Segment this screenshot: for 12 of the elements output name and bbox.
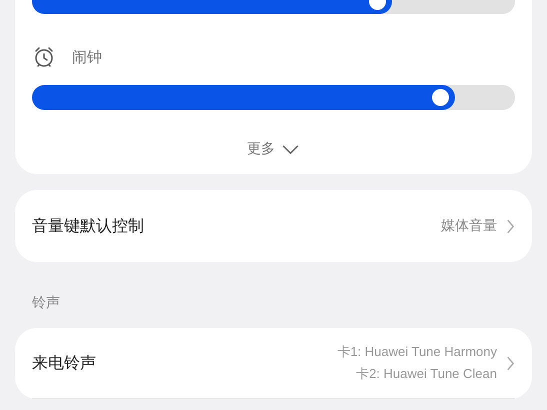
row-value: 卡1: Huawei Tune Harmony xyxy=(337,343,497,361)
row-value: 卡2: Huawei Tune Clean xyxy=(356,365,497,383)
volume-key-row[interactable]: 音量键默认控制 媒体音量 xyxy=(15,190,532,262)
row-label: 来电铃声 xyxy=(32,352,96,374)
row-value: 媒体音量 xyxy=(441,217,497,235)
chevron-down-icon xyxy=(281,144,300,154)
chevron-right-icon xyxy=(506,354,515,372)
more-button[interactable]: 更多 xyxy=(243,138,304,160)
row-label: 音量键默认控制 xyxy=(32,216,144,236)
chevron-right-icon xyxy=(506,218,515,234)
slider-label: 闹钟 xyxy=(72,48,102,66)
section-title: 铃声 xyxy=(32,294,61,313)
